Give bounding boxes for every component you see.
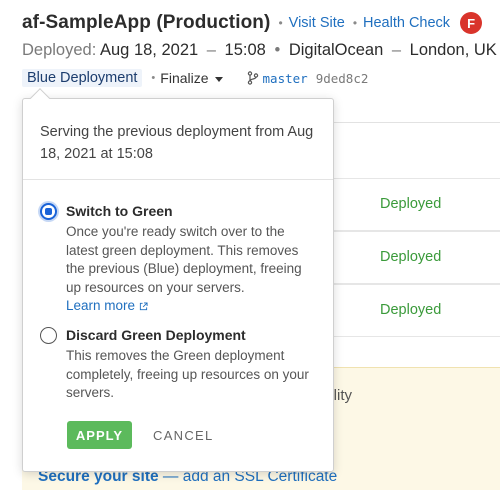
radio-discard-green[interactable] <box>40 327 57 344</box>
title-row: af-SampleApp (Production) • Visit Site •… <box>22 10 500 36</box>
deployed-time: 15:08 <box>224 41 266 59</box>
learn-more-label: Learn more <box>66 298 136 313</box>
status-badge: Deployed <box>380 302 442 318</box>
option-description-text: Once you're ready switch over to the lat… <box>66 224 302 295</box>
branch-name[interactable]: master <box>263 71 308 86</box>
learn-more-link[interactable]: Learn more <box>66 297 148 316</box>
option-title: Discard Green Deployment <box>66 327 246 343</box>
commit-hash: 9ded8c2 <box>315 70 369 86</box>
option-description: Once you're ready switch over to the lat… <box>66 223 320 316</box>
provider: DigitalOcean <box>288 41 384 59</box>
popover-intro: Serving the previous deployment from Aug… <box>23 99 333 180</box>
status-badge: Deployed <box>380 196 442 212</box>
health-check-link[interactable]: Health Check <box>363 15 450 31</box>
apply-button[interactable]: APPLY <box>67 421 132 449</box>
app-header: af-SampleApp (Production) • Visit Site •… <box>22 10 500 89</box>
popover-actions: APPLY CANCEL <box>67 421 214 449</box>
separator-dot: • <box>352 16 358 30</box>
option-title: Switch to Green <box>66 203 173 219</box>
finalize-popover: Serving the previous deployment from Aug… <box>22 88 334 472</box>
option-discard-green[interactable]: Discard Green Deployment This removes th… <box>40 326 320 403</box>
deployed-date: Aug 18, 2021 <box>100 41 199 59</box>
visit-site-link[interactable]: Visit Site <box>289 15 345 31</box>
deployed-label: Deployed: <box>22 41 97 59</box>
avatar[interactable]: F <box>460 12 483 34</box>
caret-down-icon <box>214 76 223 82</box>
cancel-button[interactable]: CANCEL <box>153 428 214 443</box>
deployed-info: Deployed: Aug 18, 2021 – 15:08 • Digital… <box>22 41 497 59</box>
option-switch-to-green[interactable]: Switch to Green Once you're ready switch… <box>40 202 320 316</box>
radio-switch-to-green[interactable] <box>40 203 57 220</box>
status-badge: Deployed <box>380 249 442 265</box>
separator-dot: • <box>278 16 283 30</box>
deployment-tag[interactable]: Blue Deployment <box>22 69 143 87</box>
deployment-meta: Blue Deployment • Finalize master 9ded8c… <box>22 67 500 89</box>
app-title: af-SampleApp (Production) <box>22 12 271 33</box>
region: London, UK <box>409 41 497 59</box>
git-branch-icon <box>247 71 258 85</box>
external-link-icon <box>139 302 148 310</box>
finalize-dropdown[interactable]: Finalize <box>160 70 223 86</box>
option-description: This removes the Green deployment comple… <box>66 348 309 400</box>
finalize-label: Finalize <box>160 70 209 86</box>
